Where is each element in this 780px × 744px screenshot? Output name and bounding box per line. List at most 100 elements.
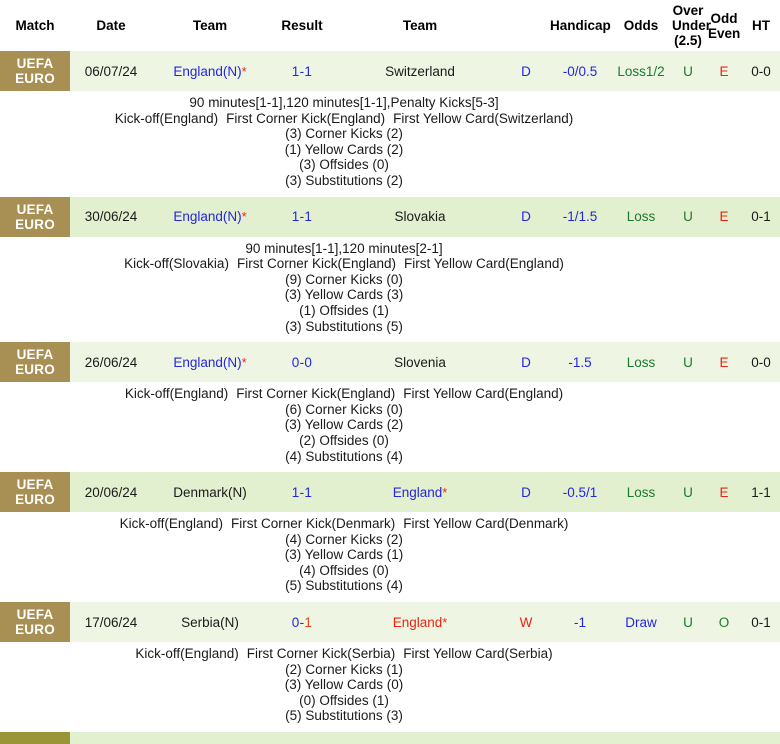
detail-first-event: First Yellow Card(Serbia) [403, 646, 552, 661]
match-detail-row: Kick-off(England)First Corner Kick(Denma… [0, 512, 780, 602]
odd-even: E [706, 51, 742, 91]
match-date: 30/06/24 [70, 197, 152, 237]
match-detail-cell: Kick-off(England)First Corner Kick(Denma… [0, 512, 780, 602]
competition-badge[interactable]: UEFA EURO [0, 472, 70, 512]
over-under-25: U [670, 197, 706, 237]
home-team[interactable]: England(N)* [152, 342, 268, 382]
detail-first-event: Kick-off(England) [120, 516, 223, 531]
over-under-25: U [670, 732, 706, 744]
match-detail-cell: Kick-off(England)First Corner Kick(Engla… [0, 382, 780, 472]
detail-first-event: First Corner Kick(England) [226, 111, 385, 126]
home-team[interactable]: Serbia(N) [152, 602, 268, 642]
outcome-indicator: D [504, 51, 548, 91]
score-away: 0 [304, 355, 312, 370]
competition-badge[interactable]: UEFA EURO [0, 51, 70, 91]
detail-stat-line: (3) Yellow Cards (0) [0, 677, 688, 693]
match-history-table: Match Date Team Result Team Handicap Odd… [0, 0, 780, 744]
match-date: 20/06/24 [70, 472, 152, 512]
detail-stat-line: (3) Yellow Cards (2) [0, 417, 688, 433]
match-score: 0-1 [268, 602, 336, 642]
match-detail-block: 90 minutes[1-1],120 minutes[1-1],Penalty… [0, 95, 780, 189]
table-row[interactable]: UEFA EURO20/06/24Denmark(N)1-1England*D-… [0, 472, 780, 512]
competition-badge[interactable]: UEFA EURO [0, 602, 70, 642]
detail-firsts: Kick-off(England)First Corner Kick(Serbi… [0, 646, 688, 662]
score-away: 1 [304, 64, 312, 79]
competition-badge[interactable]: UEFA EURO [0, 197, 70, 237]
odd-even: O [706, 602, 742, 642]
match-detail-row: Kick-off(England)First Corner Kick(Serbi… [0, 642, 780, 732]
match-date: 26/06/24 [70, 342, 152, 382]
match-score: 1-1 [268, 197, 336, 237]
away-team[interactable]: England* [336, 602, 504, 642]
detail-stat-line: (2) Corner Kicks (1) [0, 662, 688, 678]
detail-stat-line: (6) Corner Kicks (0) [0, 402, 688, 418]
detail-stat-line: (1) Offsides (1) [0, 303, 688, 319]
away-team-name: England [393, 615, 443, 630]
home-team[interactable]: England(N)* [152, 197, 268, 237]
detail-first-event: First Yellow Card(Switzerland) [393, 111, 573, 126]
halftime-score: 0-1 [742, 602, 780, 642]
detail-first-event: Kick-off(England) [115, 111, 218, 126]
home-team[interactable]: England* [152, 732, 268, 744]
match-score: 1-1 [268, 472, 336, 512]
detail-stat-line: (3) Yellow Cards (1) [0, 547, 688, 563]
detail-stat-line: (1) Yellow Cards (2) [0, 142, 688, 158]
match-detail-row: 90 minutes[1-1],120 minutes[1-1],Penalty… [0, 91, 780, 197]
table-body: UEFA EURO06/07/24England(N)*1-1Switzerla… [0, 51, 780, 744]
away-team[interactable]: Switzerland [336, 51, 504, 91]
match-score: 0-0 [268, 342, 336, 382]
table-row[interactable]: UEFA EURO17/06/24Serbia(N)0-1England*W-1… [0, 602, 780, 642]
home-team-name: Serbia(N) [181, 615, 239, 630]
detail-stat-line: (0) Offsides (1) [0, 693, 688, 709]
header-label-result: Result [281, 18, 322, 33]
detail-firsts: Kick-off(England)First Corner Kick(Engla… [0, 386, 688, 402]
match-detail-cell: 90 minutes[1-1],120 minutes[1-1],Penalty… [0, 91, 780, 197]
header-row: Match Date Team Result Team Handicap Odd… [0, 0, 780, 51]
detail-stat-line: (3) Substitutions (5) [0, 319, 688, 335]
header-label-team-home: Team [193, 18, 227, 33]
score-away: 1 [304, 209, 312, 224]
outcome-indicator: D [504, 197, 548, 237]
match-score: 0-1 [268, 732, 336, 744]
home-team[interactable]: England(N)* [152, 51, 268, 91]
over-under-25: U [670, 342, 706, 382]
competition-badge[interactable]: INTERF [0, 732, 70, 744]
score-home: 0 [292, 615, 300, 630]
home-team-name: Denmark(N) [173, 485, 247, 500]
handicap-value: -1/1.5 [548, 197, 612, 237]
home-team-name: England(N) [173, 64, 241, 79]
away-team[interactable]: Iceland [336, 732, 504, 744]
detail-stat-line: (4) Corner Kicks (2) [0, 532, 688, 548]
table-row[interactable]: INTERF08/06/24England*0-1IcelandL-2/2.5L… [0, 732, 780, 744]
detail-stat-line: (5) Substitutions (4) [0, 578, 688, 594]
away-team[interactable]: England* [336, 472, 504, 512]
away-team-name: Switzerland [385, 64, 455, 79]
odds-result: Draw [612, 602, 670, 642]
column-header-result: Result [268, 0, 336, 51]
column-header-match: Match [0, 0, 70, 51]
away-team[interactable]: Slovakia [336, 197, 504, 237]
away-team-star-icon: * [442, 615, 447, 630]
table-row[interactable]: UEFA EURO06/07/24England(N)*1-1Switzerla… [0, 51, 780, 91]
away-team[interactable]: Slovenia [336, 342, 504, 382]
detail-first-event: Kick-off(Slovakia) [124, 256, 229, 271]
table-row[interactable]: UEFA EURO30/06/24England(N)*1-1SlovakiaD… [0, 197, 780, 237]
table-row[interactable]: UEFA EURO26/06/24England(N)*0-0SloveniaD… [0, 342, 780, 382]
home-team-name: England(N) [173, 355, 241, 370]
competition-badge[interactable]: UEFA EURO [0, 342, 70, 382]
odd-even: E [706, 472, 742, 512]
column-header-odds: Odds [612, 0, 670, 51]
home-team-name: England(N) [173, 209, 241, 224]
handicap-value: -0/0.5 [548, 51, 612, 91]
odds-result: Loss1/2 [612, 51, 670, 91]
outcome-indicator: D [504, 342, 548, 382]
odds-result: Loss [612, 472, 670, 512]
halftime-score: 0-1 [742, 197, 780, 237]
away-team-name: England [393, 485, 443, 500]
column-header-ht: HT [742, 0, 780, 51]
detail-stat-line: (2) Offsides (0) [0, 433, 688, 449]
score-home: 1 [292, 64, 300, 79]
home-team[interactable]: Denmark(N) [152, 472, 268, 512]
match-detail-row: Kick-off(England)First Corner Kick(Engla… [0, 382, 780, 472]
detail-first-event: First Corner Kick(England) [237, 256, 396, 271]
